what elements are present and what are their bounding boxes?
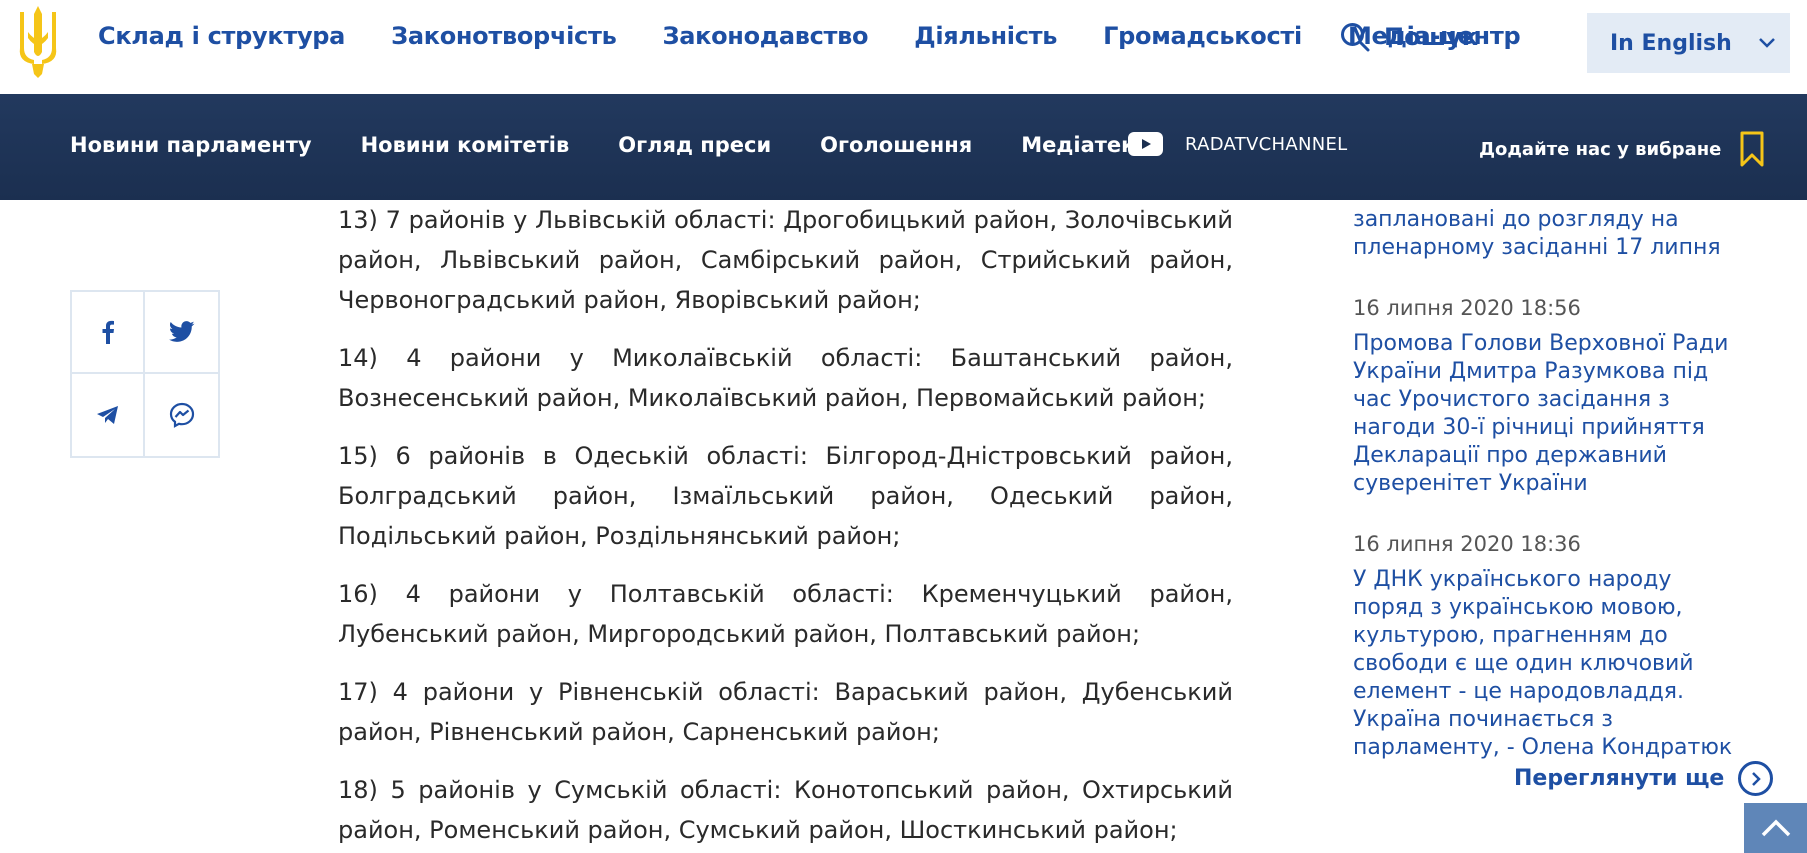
facebook-icon (102, 320, 114, 344)
nav-link-legislation[interactable]: Законодавство (662, 22, 868, 50)
latest-news-sidebar: заплановані до розгляду на пленарному за… (1353, 200, 1743, 762)
subnav-committee-news[interactable]: Новини комітетів (361, 133, 570, 157)
subnav-press-review[interactable]: Огляд преси (618, 133, 771, 157)
messenger-icon (169, 402, 194, 428)
secondary-nav-bar: Новини парламенту Новини комітетів Огляд… (0, 94, 1807, 200)
youtube-icon (1128, 132, 1163, 156)
trident-logo-icon[interactable] (14, 2, 62, 78)
news-title-link[interactable]: заплановані до розгляду на пленарному за… (1353, 206, 1743, 262)
search-label: Пошук (1384, 23, 1478, 51)
search-icon (1341, 23, 1370, 52)
news-date: 16 липня 2020 18:36 (1353, 532, 1581, 556)
page: Склад і структура Законотворчість Законо… (0, 0, 1807, 853)
add-to-favorites-button[interactable]: Додайте нас у вибране (1479, 130, 1765, 168)
article-paragraph: 13) 7 районів у Львівській області: Дрог… (338, 206, 1233, 314)
view-more-label: Переглянути ще (1514, 766, 1725, 791)
language-label: In English (1610, 30, 1732, 56)
news-title-link[interactable]: У ДНК українського народу поряд з україн… (1353, 566, 1743, 762)
news-title-link[interactable]: Промова Голови Верховної Ради України Дм… (1353, 330, 1743, 498)
article-body: 13) 7 районів у Львівській області: Дрог… (338, 200, 1233, 853)
view-more-button[interactable]: Переглянути ще (1514, 761, 1774, 796)
search-button[interactable]: Пошук (1340, 22, 1478, 52)
share-messenger-button[interactable] (145, 374, 218, 456)
nav-link-public[interactable]: Громадськості (1103, 22, 1302, 50)
share-facebook-button[interactable] (72, 292, 145, 374)
share-telegram-button[interactable] (72, 374, 145, 456)
article-paragraph: 17) 4 райони у Рівненській області: Вара… (338, 678, 1233, 746)
subnav-parliament-news[interactable]: Новини парламенту (70, 133, 312, 157)
twitter-icon (168, 321, 194, 342)
favorites-label: Додайте нас у вибране (1479, 138, 1722, 160)
chevron-right-icon (1738, 761, 1774, 796)
telegram-icon (96, 406, 118, 424)
top-header: Склад і структура Законотворчість Законо… (0, 0, 1807, 94)
scroll-to-top-button[interactable] (1744, 803, 1807, 853)
language-select[interactable]: In English (1587, 13, 1790, 73)
article-paragraph: 14) 4 райони у Миколаївській області: Ба… (338, 344, 1233, 412)
channel-label: RADATVCHANNEL (1185, 133, 1348, 155)
news-date: 16 липня 2020 18:56 (1353, 296, 1581, 320)
nav-link-activity[interactable]: Діяльність (914, 22, 1057, 50)
article-paragraph: 18) 5 районів у Сумській області: Коното… (338, 776, 1233, 844)
nav-link-structure[interactable]: Склад і структура (98, 22, 345, 50)
bookmark-icon (1740, 131, 1764, 167)
article-paragraph: 16) 4 райони у Полтавській області: Крем… (338, 580, 1233, 648)
chevron-up-icon (1761, 819, 1790, 837)
youtube-channel-link[interactable]: RADATVCHANNEL (1128, 132, 1348, 156)
media-nav: Новини парламенту Новини комітетів Огляд… (70, 133, 1199, 157)
nav-link-lawmaking[interactable]: Законотворчість (391, 22, 617, 50)
subnav-announcements[interactable]: Оголошення (820, 133, 972, 157)
chevron-down-icon (1759, 38, 1775, 48)
article-paragraph: 15) 6 районів в Одеській області: Білгор… (338, 442, 1233, 550)
share-box (70, 290, 220, 458)
main-nav: Склад і структура Законотворчість Законо… (98, 22, 1534, 50)
share-twitter-button[interactable] (145, 292, 218, 374)
